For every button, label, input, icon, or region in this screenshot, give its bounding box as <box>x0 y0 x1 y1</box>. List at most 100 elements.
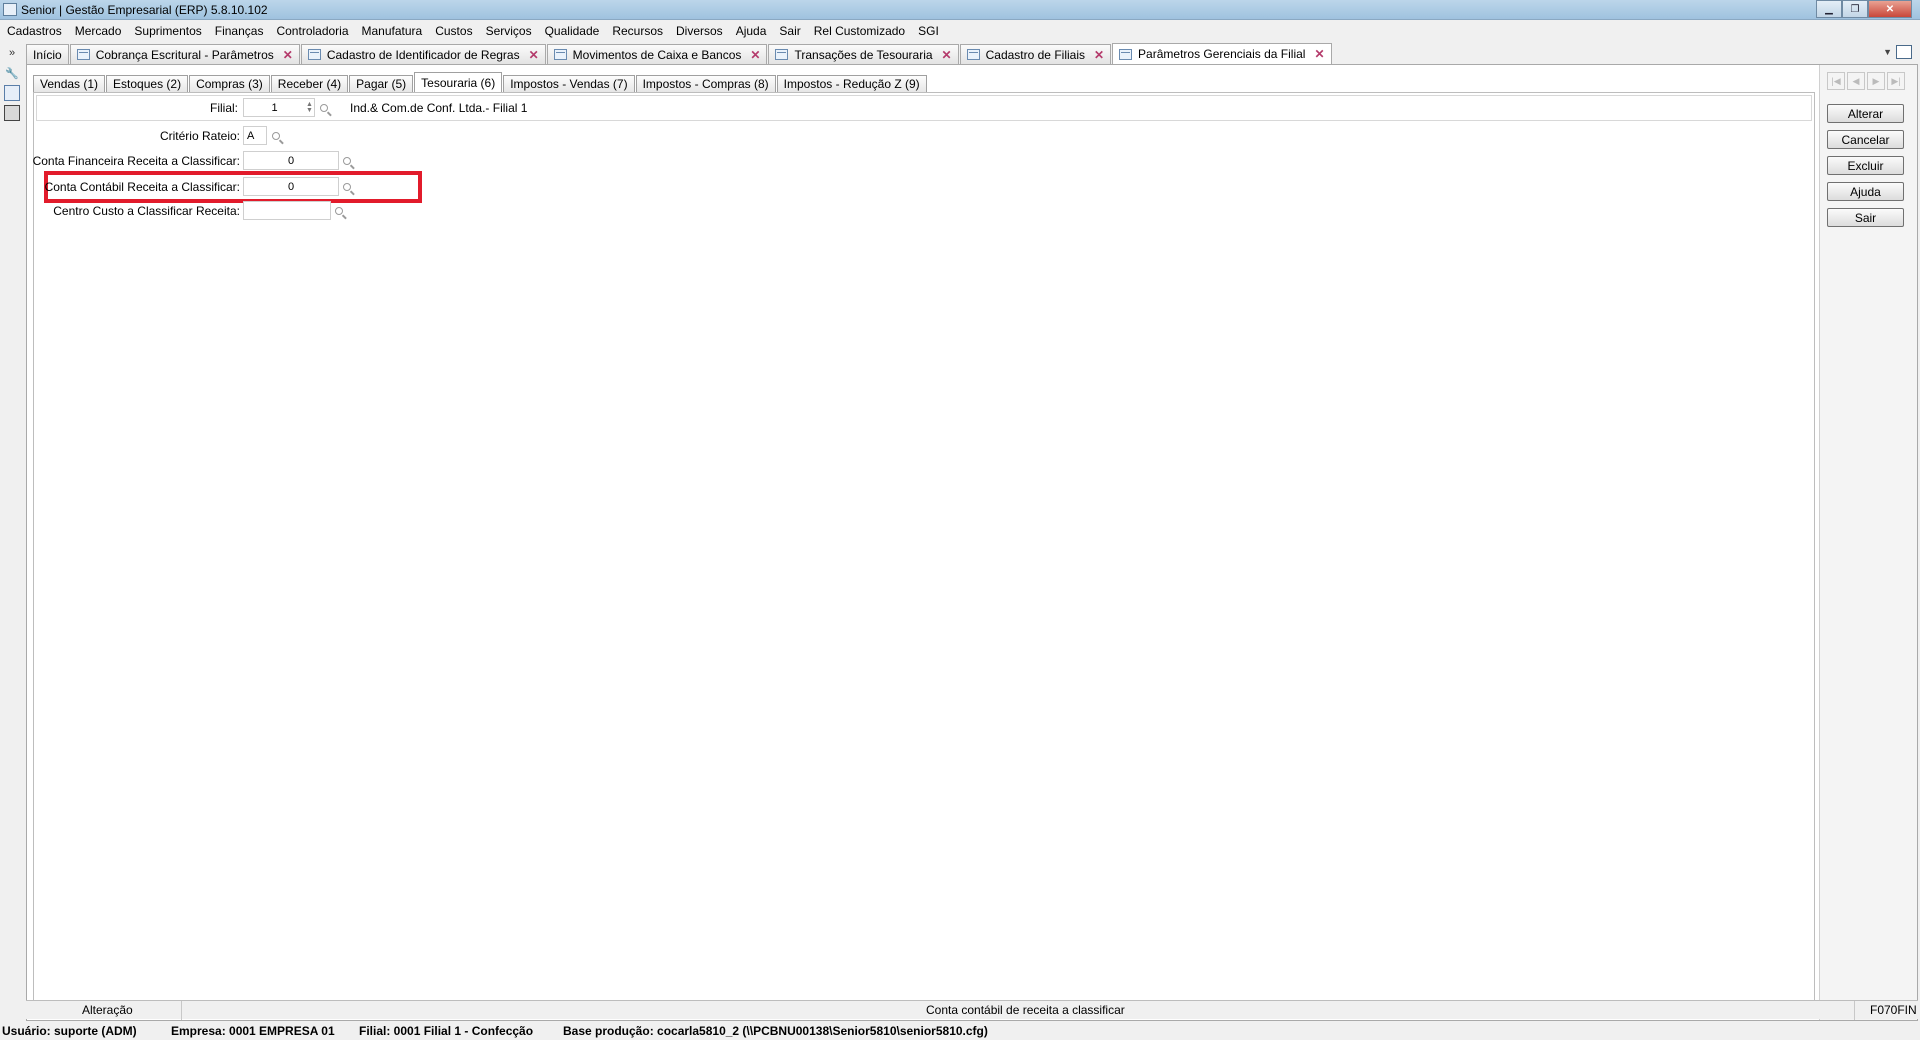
menu-manufatura[interactable]: Manufatura <box>362 24 423 38</box>
menu-ajuda[interactable]: Ajuda <box>736 24 767 38</box>
conta-contabil-field[interactable]: 0 <box>243 177 339 196</box>
action-panel: |◀ ◀ ▶ ▶| Alterar Cancelar Excluir Ajuda… <box>1819 65 1917 1020</box>
expand-icon[interactable]: » <box>4 45 20 61</box>
filial-info: Filial: 0001 Filial 1 - Confecção <box>359 1024 534 1038</box>
maximize-icon[interactable]: ❐ <box>1842 0 1868 18</box>
close-tab-icon[interactable]: ✕ <box>750 48 760 62</box>
menu-suprimentos[interactable]: Suprimentos <box>134 24 201 38</box>
menu-sair[interactable]: Sair <box>779 24 800 38</box>
alterar-button[interactable]: Alterar <box>1827 104 1904 123</box>
search-icon[interactable] <box>331 201 347 220</box>
conta-financeira-field[interactable]: 0 <box>243 151 339 170</box>
tab-label: Cobrança Escritural - Parâmetros <box>95 47 274 62</box>
tab-movimentos-caixa[interactable]: Movimentos de Caixa e Bancos ✕ <box>546 44 768 64</box>
title-bar: Senior | Gestão Empresarial (ERP) 5.8.10… <box>0 0 1920 20</box>
restore-window-icon[interactable] <box>1896 45 1912 59</box>
menu-sgi[interactable]: SGI <box>918 24 939 38</box>
close-tab-icon[interactable]: ✕ <box>942 48 952 62</box>
subtab-pagar[interactable]: Pagar (5) <box>349 75 414 92</box>
form-icon[interactable] <box>4 105 20 121</box>
tab-transacoes-tesouraria[interactable]: Transações de Tesouraria ✕ <box>768 44 959 64</box>
tab-label: Cadastro de Filiais <box>985 47 1085 62</box>
subtab-impostos-compras[interactable]: Impostos - Compras (8) <box>635 75 776 92</box>
document-tabs: Início Cobrança Escritural - Parâmetros … <box>26 43 1916 64</box>
search-icon[interactable] <box>268 126 284 145</box>
tab-label: Cadastro de Identificador de Regras <box>326 47 520 62</box>
status-mode: Alteração <box>82 1003 133 1017</box>
close-tab-icon[interactable]: ✕ <box>1094 48 1104 62</box>
menu-mercado[interactable]: Mercado <box>75 24 122 38</box>
subtab-impostos-vendas[interactable]: Impostos - Vendas (7) <box>503 75 635 92</box>
window-controls: ▁ ❐ ✕ <box>1816 0 1912 18</box>
menu-rel-customizado[interactable]: Rel Customizado <box>814 24 905 38</box>
centro-custo-field[interactable] <box>243 201 331 220</box>
tab-cobranca-escritural[interactable]: Cobrança Escritural - Parâmetros ✕ <box>69 44 300 64</box>
minimize-icon[interactable]: ▁ <box>1816 0 1842 18</box>
window-icon <box>775 49 789 60</box>
record-navigation: |◀ ◀ ▶ ▶| <box>1827 72 1907 90</box>
spinner-icon[interactable]: ▲ ▼ <box>305 101 314 114</box>
first-record-icon[interactable]: |◀ <box>1827 72 1845 90</box>
criterio-rateio-label: Critério Rateio: <box>159 129 240 143</box>
subtab-compras[interactable]: Compras (3) <box>189 75 270 92</box>
usuario-info: Usuário: suporte (ADM) <box>2 1024 137 1038</box>
chevron-down-icon[interactable]: ▼ <box>1883 47 1892 57</box>
left-toolbar: » 🔧 <box>0 43 24 1023</box>
menu-controladoria[interactable]: Controladoria <box>276 24 348 38</box>
status-separator <box>181 1001 182 1020</box>
filial-description: Ind.& Com.de Conf. Ltda.- Filial 1 <box>350 101 528 115</box>
search-icon[interactable] <box>316 98 332 117</box>
tab-label: Parâmetros Gerenciais da Filial <box>1138 47 1306 61</box>
close-tab-icon[interactable]: ✕ <box>1314 47 1324 61</box>
menu-custos[interactable]: Custos <box>435 24 472 38</box>
last-record-icon[interactable]: ▶| <box>1887 72 1905 90</box>
menu-financas[interactable]: Finanças <box>215 24 264 38</box>
status-hint: Conta contábil de receita a classificar <box>926 1003 1125 1017</box>
sub-tabs: Vendas (1) Estoques (2) Compras (3) Rece… <box>33 72 928 92</box>
window-icon <box>307 49 321 60</box>
tab-cadastro-filiais[interactable]: Cadastro de Filiais ✕ <box>959 44 1112 64</box>
close-tab-icon[interactable]: ✕ <box>283 48 293 62</box>
sair-button[interactable]: Sair <box>1827 208 1904 227</box>
filial-header: Filial: 1 ▲ ▼ Ind.& Com.de Conf. Ltda.- F… <box>36 95 1812 121</box>
menu-recursos[interactable]: Recursos <box>612 24 663 38</box>
subtab-impostos-reducao-z[interactable]: Impostos - Redução Z (9) <box>776 75 927 92</box>
app-icon <box>3 3 17 16</box>
filial-value: 1 <box>271 101 278 114</box>
subtab-estoques[interactable]: Estoques (2) <box>106 75 189 92</box>
search-icon[interactable] <box>339 151 355 170</box>
conta-contabil-value: 0 <box>287 180 295 193</box>
menu-diversos[interactable]: Diversos <box>676 24 723 38</box>
tab-inicio[interactable]: Início <box>26 44 69 64</box>
form-code: F070FIN <box>1870 1003 1917 1017</box>
next-record-icon[interactable]: ▶ <box>1867 72 1885 90</box>
close-icon[interactable]: ✕ <box>1868 0 1912 18</box>
window-icon <box>966 49 980 60</box>
window-title: Senior | Gestão Empresarial (ERP) 5.8.10… <box>21 3 268 17</box>
excluir-button[interactable]: Excluir <box>1827 156 1904 175</box>
menu-cadastros[interactable]: Cadastros <box>7 24 62 38</box>
filial-field[interactable]: 1 ▲ ▼ <box>243 98 315 117</box>
menu-qualidade[interactable]: Qualidade <box>545 24 600 38</box>
window-icon <box>553 49 567 60</box>
search-icon[interactable] <box>339 177 355 196</box>
tab-parametros-gerenciais[interactable]: Parâmetros Gerenciais da Filial ✕ <box>1112 43 1332 64</box>
tab-cadastro-identificador[interactable]: Cadastro de Identificador de Regras ✕ <box>300 44 546 64</box>
conta-financeira-label: Conta Financeira Receita a Classificar: <box>32 154 240 168</box>
subtab-tesouraria[interactable]: Tesouraria (6) <box>414 72 503 92</box>
prev-record-icon[interactable]: ◀ <box>1847 72 1865 90</box>
ajuda-button[interactable]: Ajuda <box>1827 182 1904 201</box>
menu-bar: Cadastros Mercado Suprimentos Finanças C… <box>0 21 1920 41</box>
window-icon <box>1119 48 1133 60</box>
session-info-bar: Usuário: suporte (ADM) Empresa: 0001 EMP… <box>0 1022 1920 1040</box>
subtab-receber[interactable]: Receber (4) <box>270 75 349 92</box>
criterio-rateio-field[interactable]: A <box>243 126 267 145</box>
cancelar-button[interactable]: Cancelar <box>1827 130 1904 149</box>
close-tab-icon[interactable]: ✕ <box>529 48 539 62</box>
subtab-vendas[interactable]: Vendas (1) <box>33 75 106 92</box>
wrench-icon[interactable]: 🔧 <box>4 65 20 81</box>
menu-servicos[interactable]: Serviços <box>486 24 532 38</box>
status-bar: Alteração Conta contábil de receita a cl… <box>26 1000 1918 1020</box>
tab-label: Início <box>33 47 62 62</box>
panel-icon[interactable] <box>4 85 20 101</box>
